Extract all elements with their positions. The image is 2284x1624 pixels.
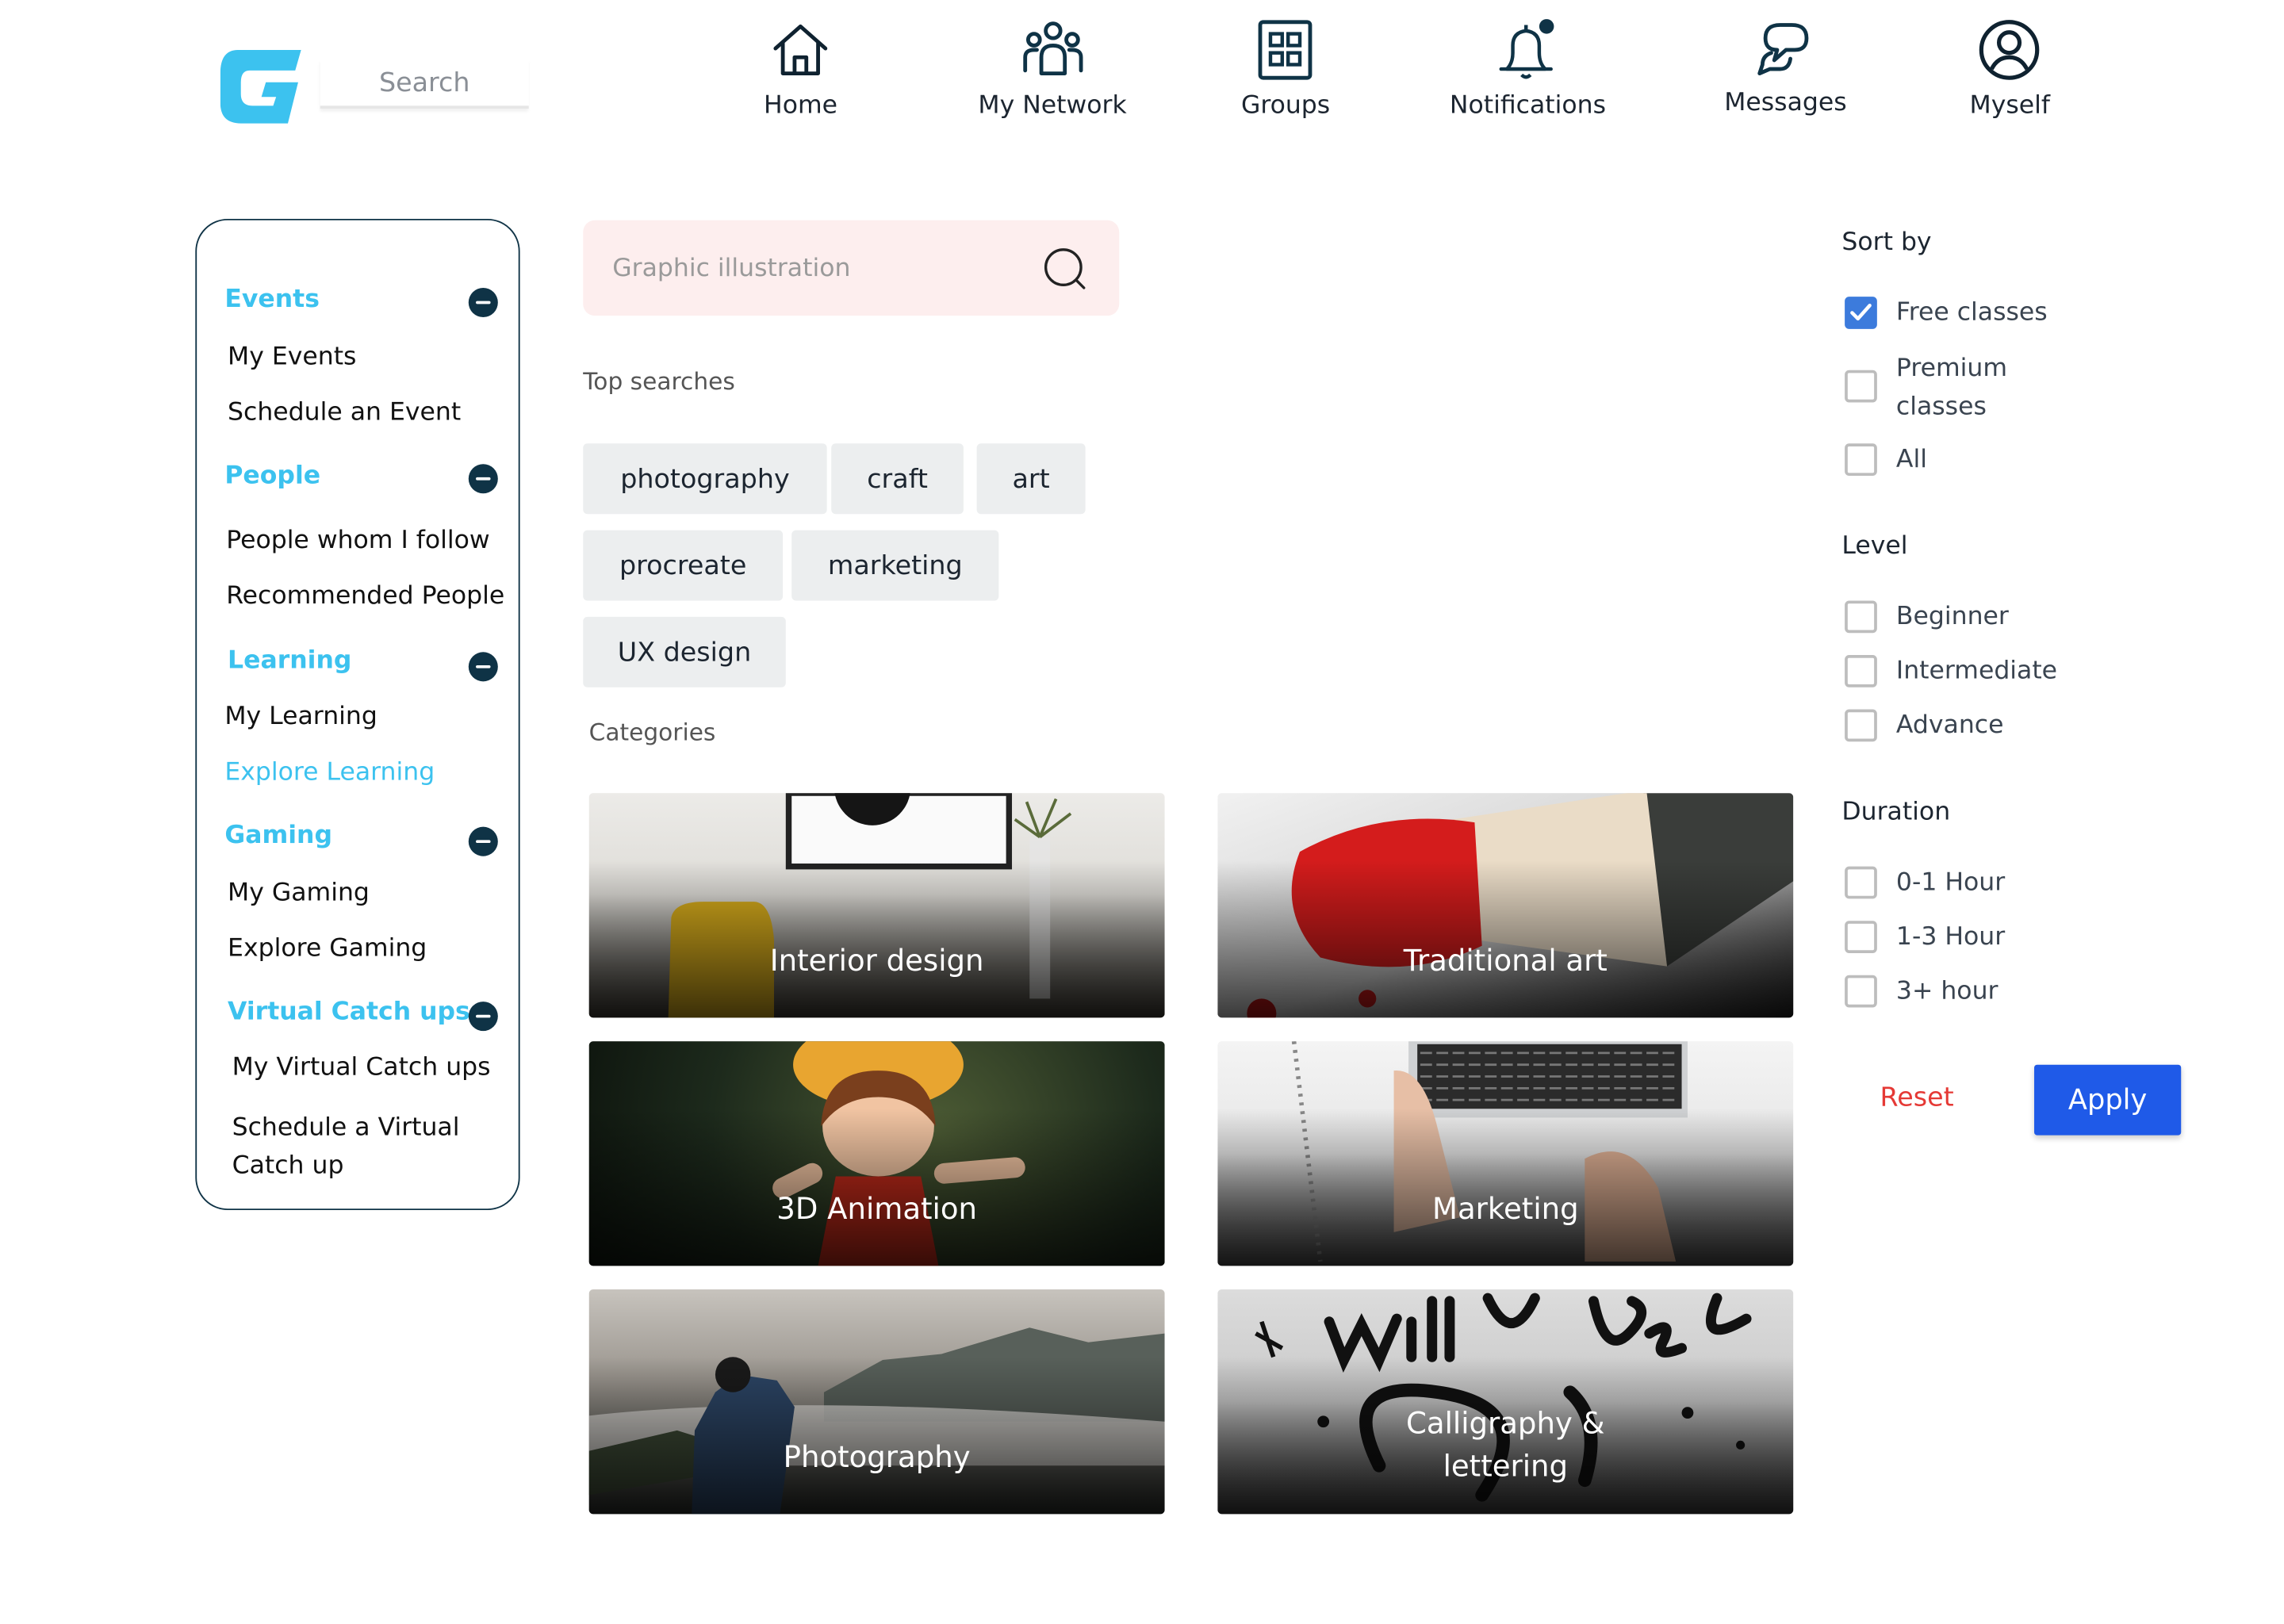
app-logo[interactable] — [220, 47, 303, 126]
chat-icon — [1757, 23, 1808, 76]
checkbox-beginner[interactable] — [1845, 600, 1877, 634]
category-card-3d-animation[interactable]: 3D Animation — [588, 1041, 1165, 1266]
collapse-people-icon[interactable] — [468, 464, 498, 494]
duration-title: Duration — [1841, 797, 1951, 827]
category-label: Interior design — [769, 942, 984, 979]
logo-icon — [220, 49, 301, 124]
nav-my-network-label: My Network — [978, 90, 1127, 121]
nav-groups[interactable]: Groups — [1241, 17, 1330, 121]
nav-notifications-label: Notifications — [1449, 90, 1606, 121]
collapse-virtual-icon[interactable] — [468, 1002, 498, 1032]
checkbox-3-plus-hour[interactable] — [1845, 975, 1877, 1008]
sidebar-item-explore-learning[interactable]: Explore Learning — [224, 758, 435, 787]
chip-craft[interactable]: craft — [831, 443, 964, 515]
category-search — [583, 220, 1120, 316]
collapse-learning-icon[interactable] — [468, 652, 498, 682]
chip-art[interactable]: art — [976, 443, 1086, 515]
category-label: Traditional art — [1403, 942, 1608, 979]
label-advance: Advance — [1895, 710, 2004, 741]
sidebar-section-virtual-catch-ups[interactable]: Virtual Catch ups — [228, 998, 470, 1027]
sidebar-item-my-gaming[interactable]: My Gaming — [228, 878, 370, 907]
nav-notifications[interactable]: Notifications — [1450, 17, 1606, 121]
sidebar-item-people-follow[interactable]: People whom I follow — [226, 526, 489, 555]
label-0-1-hour: 0-1 Hour — [1895, 868, 2006, 898]
sidebar-item-explore-gaming[interactable]: Explore Gaming — [228, 934, 427, 963]
nav-myself[interactable]: Myself — [1970, 17, 2050, 121]
label-all: All — [1895, 445, 1927, 475]
home-icon — [773, 24, 828, 76]
label-intermediate: Intermediate — [1895, 656, 2058, 686]
chip-ux-design[interactable]: UX design — [583, 616, 786, 688]
header-search-input[interactable]: Search — [320, 59, 529, 109]
nav-my-network[interactable]: My Network — [978, 17, 1127, 121]
checkbox-advance[interactable] — [1845, 709, 1877, 742]
chip-photography[interactable]: photography — [583, 443, 827, 515]
nav-home-label: Home — [764, 90, 838, 121]
sidebar-item-my-virtual[interactable]: My Virtual Catch ups — [232, 1053, 491, 1082]
category-card-calligraphy[interactable]: Calligraphy & lettering — [1217, 1289, 1794, 1515]
checkbox-free-classes[interactable] — [1845, 297, 1877, 329]
category-card-interior-design[interactable]: Interior design — [588, 793, 1165, 1018]
checkmark-icon — [1850, 303, 1872, 321]
bell-icon — [1499, 19, 1554, 79]
checkbox-premium-classes[interactable] — [1845, 370, 1877, 403]
checkbox-intermediate[interactable] — [1845, 654, 1877, 688]
category-card-photography[interactable]: Photography — [588, 1289, 1165, 1515]
sidebar-item-schedule-event[interactable]: Schedule an Event — [228, 398, 461, 427]
nav-home[interactable]: Home — [764, 17, 837, 121]
sidebar-section-learning[interactable]: Learning — [228, 646, 351, 676]
collapse-events-icon[interactable] — [468, 287, 498, 318]
level-title: Level — [1841, 531, 1908, 561]
header-search-placeholder: Search — [378, 67, 470, 98]
label-free-classes: Free classes — [1895, 297, 2048, 327]
category-label: Photography — [783, 1438, 971, 1475]
sidebar-item-my-events[interactable]: My Events — [228, 343, 356, 372]
chip-procreate[interactable]: procreate — [583, 530, 784, 601]
user-circle-icon — [1979, 20, 2041, 80]
network-icon — [1022, 21, 1083, 76]
sidebar-item-my-learning[interactable]: My Learning — [224, 702, 377, 731]
category-search-input[interactable] — [612, 220, 1039, 316]
sort-by-title: Sort by — [1841, 228, 1932, 258]
apply-button[interactable]: Apply — [2034, 1064, 2182, 1136]
label-3-plus-hour: 3+ hour — [1895, 976, 1998, 1006]
category-label: Marketing — [1431, 1190, 1579, 1227]
category-label: Calligraphy & lettering — [1406, 1405, 1605, 1484]
category-label: 3D Animation — [776, 1190, 977, 1227]
top-searches-label: Top searches — [583, 367, 735, 396]
collapse-gaming-icon[interactable] — [468, 826, 498, 856]
checkbox-0-1-hour[interactable] — [1845, 866, 1877, 899]
sidebar-section-people[interactable]: People — [224, 462, 320, 491]
checkbox-1-3-hour[interactable] — [1845, 921, 1877, 953]
reset-button[interactable]: Reset — [1880, 1082, 1954, 1113]
groups-icon — [1259, 20, 1313, 80]
label-premium-classes: Premium classes — [1895, 354, 2008, 422]
nav-myself-label: Myself — [1969, 90, 2050, 121]
nav-messages-label: Messages — [1724, 88, 1847, 118]
search-icon[interactable] — [1043, 247, 1087, 291]
checkbox-all[interactable] — [1845, 443, 1877, 477]
sidebar-item-recommended-people[interactable]: Recommended People — [226, 581, 504, 611]
category-card-traditional-art[interactable]: Traditional art — [1217, 793, 1794, 1018]
sidebar-section-events[interactable]: Events — [224, 285, 320, 314]
chip-marketing[interactable]: marketing — [791, 530, 999, 601]
nav-groups-label: Groups — [1240, 90, 1331, 121]
label-1-3-hour: 1-3 Hour — [1895, 922, 2006, 952]
sidebar-item-schedule-virtual[interactable]: Schedule a Virtual Catch up — [232, 1109, 512, 1185]
categories-label: Categories — [588, 718, 716, 746]
category-card-marketing[interactable]: Marketing — [1217, 1041, 1794, 1266]
nav-messages[interactable]: Messages — [1724, 15, 1847, 118]
sidebar-section-gaming[interactable]: Gaming — [224, 821, 332, 850]
label-beginner: Beginner — [1895, 602, 2009, 632]
